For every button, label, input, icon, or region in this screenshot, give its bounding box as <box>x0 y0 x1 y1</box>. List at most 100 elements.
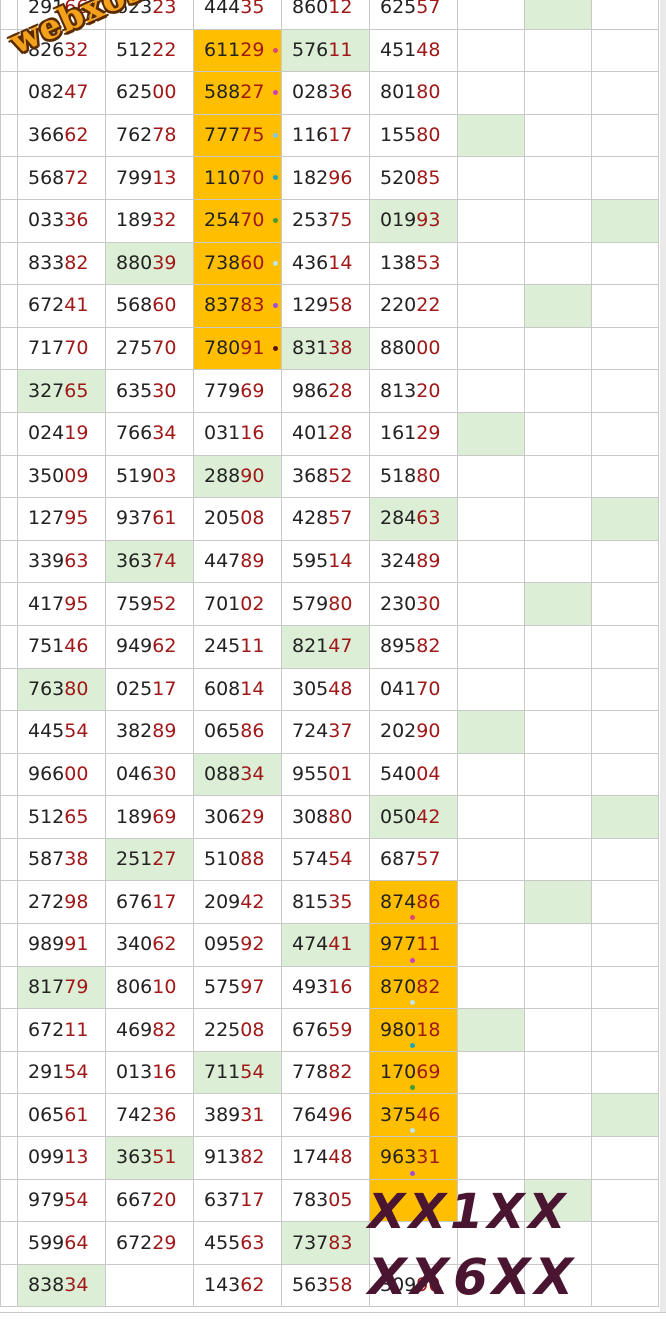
empty-cell[interactable] <box>524 710 592 754</box>
number-cell[interactable]: 81320 <box>369 369 458 413</box>
row-edge-cell[interactable] <box>0 710 18 754</box>
row-edge-cell[interactable] <box>0 113 18 158</box>
number-cell[interactable]: 76380 <box>17 667 106 712</box>
row-edge-cell[interactable] <box>0 1008 18 1052</box>
number-cell[interactable] <box>105 1263 194 1308</box>
number-cell[interactable]: 12795 <box>17 497 106 541</box>
number-cell[interactable]: 59514 <box>281 539 370 584</box>
number-cell[interactable]: 23030 <box>369 582 458 626</box>
empty-cell[interactable] <box>457 752 525 797</box>
number-cell[interactable]: 91382 <box>193 1136 282 1180</box>
empty-cell[interactable] <box>591 624 659 669</box>
empty-cell[interactable] <box>591 880 659 925</box>
number-cell[interactable]: 06561 <box>17 1093 106 1138</box>
number-cell[interactable]: 35009 <box>17 454 106 499</box>
empty-cell[interactable] <box>524 837 592 882</box>
number-cell[interactable]: 57597 <box>193 965 282 1010</box>
number-cell[interactable]: 44554 <box>17 710 106 754</box>
empty-cell[interactable] <box>524 667 592 712</box>
row-edge-cell[interactable] <box>0 539 18 584</box>
empty-cell[interactable] <box>457 369 525 413</box>
number-cell[interactable]: 30629 <box>193 795 282 839</box>
number-cell[interactable]: 98628 <box>281 369 370 413</box>
number-cell[interactable]: 61129 <box>193 28 282 73</box>
empty-cell[interactable] <box>524 1136 592 1180</box>
number-cell[interactable]: 77882 <box>281 1050 370 1095</box>
row-edge-cell[interactable] <box>0 1263 18 1308</box>
number-cell[interactable]: 88039 <box>105 241 194 286</box>
empty-cell[interactable] <box>457 1050 525 1095</box>
empty-cell[interactable] <box>591 326 659 371</box>
number-cell[interactable]: 42857 <box>281 497 370 541</box>
number-cell[interactable]: 03336 <box>17 198 106 243</box>
number-cell[interactable]: 70102 <box>193 582 282 626</box>
empty-cell[interactable] <box>591 454 659 499</box>
row-edge-cell[interactable] <box>0 454 18 499</box>
empty-cell[interactable] <box>457 582 525 626</box>
row-edge-cell[interactable] <box>0 795 18 839</box>
empty-cell[interactable] <box>457 667 525 712</box>
number-cell[interactable]: 34062 <box>105 923 194 967</box>
number-cell[interactable]: 17069 <box>369 1050 458 1095</box>
empty-cell[interactable] <box>524 880 592 925</box>
number-cell[interactable]: 67659 <box>281 1008 370 1052</box>
number-cell[interactable]: 71154 <box>193 1050 282 1095</box>
number-cell[interactable]: 82147 <box>281 624 370 669</box>
number-cell[interactable]: 38931 <box>193 1093 282 1138</box>
empty-cell[interactable] <box>591 198 659 243</box>
empty-cell[interactable] <box>457 1008 525 1052</box>
number-cell[interactable]: 94962 <box>105 624 194 669</box>
number-cell[interactable]: 27570 <box>105 326 194 371</box>
empty-cell[interactable] <box>524 369 592 413</box>
row-edge-cell[interactable] <box>0 923 18 967</box>
empty-cell[interactable] <box>524 539 592 584</box>
empty-cell[interactable] <box>591 369 659 413</box>
number-cell[interactable]: 81535 <box>281 880 370 925</box>
empty-cell[interactable] <box>457 923 525 967</box>
row-edge-cell[interactable] <box>0 752 18 797</box>
number-cell[interactable]: 30548 <box>281 667 370 712</box>
number-cell[interactable]: 56872 <box>17 156 106 200</box>
number-cell[interactable]: 29154 <box>17 1050 106 1095</box>
number-cell[interactable]: 73860 <box>193 241 282 286</box>
number-cell[interactable]: 76278 <box>105 113 194 158</box>
empty-cell[interactable] <box>457 113 525 158</box>
empty-cell[interactable] <box>457 837 525 882</box>
number-cell[interactable]: 04630 <box>105 752 194 797</box>
empty-cell[interactable] <box>524 71 592 115</box>
number-cell[interactable]: 96600 <box>17 752 106 797</box>
number-cell[interactable]: 79913 <box>105 156 194 200</box>
row-edge-cell[interactable] <box>0 1136 18 1180</box>
row-edge-cell[interactable] <box>0 1050 18 1095</box>
number-cell[interactable]: 28890 <box>193 454 282 499</box>
number-cell[interactable]: 52085 <box>369 156 458 200</box>
number-cell[interactable]: 01993 <box>369 198 458 243</box>
row-edge-cell[interactable] <box>0 241 18 286</box>
number-cell[interactable]: 49316 <box>281 965 370 1010</box>
number-cell[interactable]: 43614 <box>281 241 370 286</box>
number-cell[interactable]: 47441 <box>281 923 370 967</box>
number-cell[interactable]: 51222 <box>105 28 194 73</box>
empty-cell[interactable] <box>524 795 592 839</box>
number-cell[interactable]: 57980 <box>281 582 370 626</box>
empty-cell[interactable] <box>591 411 659 456</box>
number-cell[interactable]: 32489 <box>369 539 458 584</box>
number-cell[interactable]: 22508 <box>193 1008 282 1052</box>
number-cell[interactable]: 51265 <box>17 795 106 839</box>
empty-cell[interactable] <box>524 624 592 669</box>
number-cell[interactable]: 58738 <box>17 837 106 882</box>
number-cell[interactable]: 16129 <box>369 411 458 456</box>
number-cell[interactable]: 66720 <box>105 1178 194 1223</box>
number-cell[interactable]: 96331 <box>369 1136 458 1180</box>
empty-cell[interactable] <box>591 284 659 328</box>
empty-cell[interactable] <box>524 241 592 286</box>
number-cell[interactable]: 08834 <box>193 752 282 797</box>
number-cell[interactable]: 98018 <box>369 1008 458 1052</box>
number-cell[interactable]: 45148 <box>369 28 458 73</box>
empty-cell[interactable] <box>457 1136 525 1180</box>
number-cell[interactable]: 44789 <box>193 539 282 584</box>
number-cell[interactable]: 18969 <box>105 795 194 839</box>
empty-cell[interactable] <box>524 497 592 541</box>
empty-cell[interactable] <box>457 795 525 839</box>
number-cell[interactable]: 83138 <box>281 326 370 371</box>
